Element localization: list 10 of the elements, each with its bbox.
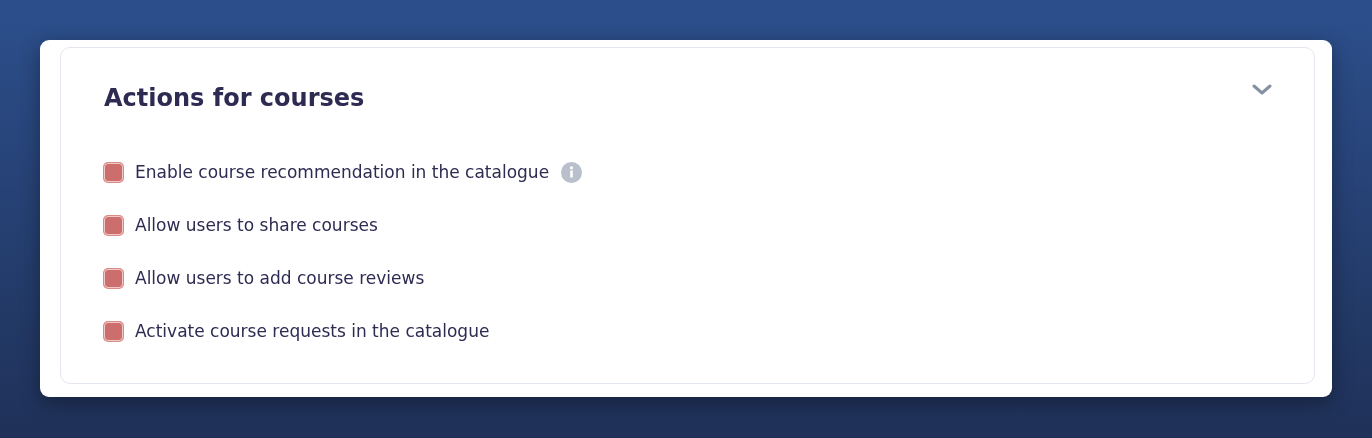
checkbox[interactable] bbox=[104, 268, 123, 288]
panel-title: Actions for courses bbox=[104, 83, 365, 114]
checkbox[interactable] bbox=[104, 321, 123, 341]
option-label: Allow users to add course reviews bbox=[135, 268, 425, 288]
option-label: Allow users to share courses bbox=[135, 215, 378, 235]
info-icon[interactable] bbox=[561, 161, 583, 183]
checkbox[interactable] bbox=[104, 215, 123, 235]
checkbox[interactable] bbox=[104, 162, 123, 182]
option-label: Activate course requests in the catalogue bbox=[135, 321, 490, 341]
option-label: Enable course recommendation in the catalogue bbox=[135, 162, 550, 182]
